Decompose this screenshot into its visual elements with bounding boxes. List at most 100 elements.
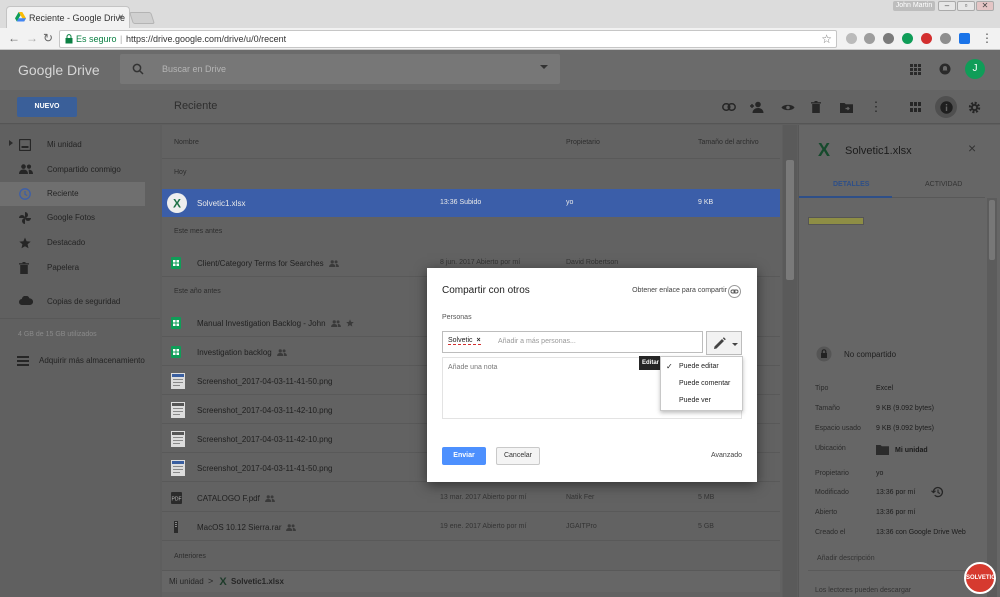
table-row[interactable]: X Solvetic1.xlsx 13:36 Subido yo 9 KB <box>162 189 780 217</box>
prop-label: Tipo <box>815 385 829 392</box>
apps-grid-icon[interactable] <box>910 64 921 75</box>
more-options-icon[interactable]: ⋮ <box>866 97 886 117</box>
sidebar-item-label: Compartido conmigo <box>47 165 121 174</box>
list-scrollbar-thumb[interactable] <box>786 160 794 280</box>
adblock-icon[interactable] <box>921 33 932 44</box>
bookmark-star-icon[interactable]: ☆ <box>821 32 832 46</box>
file-size: 9 KB <box>698 199 714 206</box>
remove-recipient-icon[interactable]: × <box>477 337 481 344</box>
permission-tooltip: Editar <box>639 356 661 370</box>
table-row[interactable]: MacOS 10.12 Sierra.rar 19 ene. 2017 Abie… <box>162 513 780 541</box>
browser-profile-chip[interactable]: John Martin <box>893 1 935 11</box>
sidebar-item-starred[interactable]: Destacado <box>0 231 145 255</box>
extension-icon[interactable] <box>864 33 875 44</box>
new-button[interactable]: NUEVO <box>17 97 77 117</box>
breadcrumb-file: Solvetic1.xlsx <box>231 577 284 586</box>
google-drive-logo[interactable]: Google Drive <box>18 62 100 78</box>
sidebar-item-photos[interactable]: Google Fotos <box>0 206 145 230</box>
maximize-icon[interactable]: ▫ <box>957 1 975 11</box>
shared-people-icon <box>328 260 339 267</box>
send-button[interactable]: Enviar <box>442 447 486 465</box>
details-divider <box>808 570 986 571</box>
preview-eye-icon[interactable] <box>778 97 798 117</box>
back-arrow-icon[interactable]: ← <box>8 31 20 45</box>
tab-activity[interactable]: ACTIVIDAD <box>925 181 962 188</box>
chrome-menu-icon[interactable]: ⋮ <box>981 31 993 45</box>
forward-arrow-icon[interactable]: → <box>26 31 38 45</box>
breadcrumb: Mi unidad > X Solvetic1.xlsx <box>162 570 780 592</box>
sidebar-item-recent[interactable]: Reciente <box>0 182 145 206</box>
get-link-icon[interactable] <box>719 97 739 117</box>
archive-file-icon <box>171 521 181 533</box>
sheets-file-icon <box>171 346 181 358</box>
active-tab-indicator <box>799 196 892 198</box>
get-share-link[interactable]: Obtener enlace para compartir <box>632 287 727 294</box>
prop-label: Abierto <box>815 509 838 516</box>
file-name: Manual Investigation Backlog - John <box>197 319 354 328</box>
recipient-chip[interactable]: Solvetic × <box>448 337 481 345</box>
add-description-field[interactable]: Añadir descripción <box>817 555 875 562</box>
breadcrumb-root[interactable]: Mi unidad <box>169 577 204 586</box>
pinwheel-icon <box>19 212 31 224</box>
table-row[interactable]: PDF CATALOGO F.pdf 13 mar. 2017 Abierto … <box>162 484 780 512</box>
add-people-input[interactable]: Solvetic × Añadir a más personas... <box>442 331 703 353</box>
advanced-link[interactable]: Avanzado <box>711 452 742 459</box>
column-header-size[interactable]: Tamaño del archivo <box>698 139 759 146</box>
trash-icon[interactable] <box>806 97 826 117</box>
file-size: 5 GB <box>698 523 714 530</box>
extension-icon[interactable] <box>902 33 913 44</box>
address-bar[interactable]: Es seguro | https://drive.google.com/dri… <box>59 30 837 48</box>
share-person-icon[interactable] <box>747 97 767 117</box>
grid-view-icon[interactable] <box>905 97 925 117</box>
buy-storage-link[interactable]: Adquirir más almacenamiento <box>0 349 160 373</box>
file-date: 19 ene. 2017 Abierto por mí <box>440 523 527 530</box>
column-header-owner[interactable]: Propietario <box>566 139 600 146</box>
extension-icon[interactable] <box>959 33 970 44</box>
file-name: Screenshot_2017-04-03-11-42-10.png <box>197 435 333 444</box>
notifications-icon[interactable] <box>939 63 951 75</box>
prop-label: Creado el <box>815 529 846 536</box>
search-options-icon[interactable] <box>540 65 548 69</box>
sidebar-item-trash[interactable]: Papelera <box>0 256 145 280</box>
cloud-icon <box>19 296 33 305</box>
menu-item-can-comment[interactable]: Puede comentar <box>661 376 744 392</box>
menu-item-can-view[interactable]: Puede ver <box>661 393 744 409</box>
new-tab-button[interactable] <box>129 12 155 24</box>
menu-item-can-edit[interactable]: ✓ Puede editar <box>661 359 744 375</box>
column-header-name[interactable]: Nombre <box>174 139 199 146</box>
link-icon[interactable] <box>728 285 741 298</box>
note-placeholder: Añade una nota <box>448 364 498 371</box>
tab-details[interactable]: DETALLES <box>833 181 869 188</box>
file-owner: David Robertson <box>566 259 619 266</box>
file-name: Solvetic1.xlsx <box>197 199 246 208</box>
details-scrollbar-thumb[interactable] <box>989 200 995 260</box>
permission-dropdown[interactable] <box>706 331 742 355</box>
settings-gear-icon[interactable] <box>964 97 984 117</box>
prop-value: 9 KB (9.092 bytes) <box>876 425 934 432</box>
excel-file-icon: X <box>816 140 832 158</box>
extension-icon[interactable] <box>883 33 894 44</box>
extension-icon[interactable] <box>846 33 857 44</box>
sidebar-item-my-drive[interactable]: Mi unidad <box>0 133 145 157</box>
file-date: 13:36 Subido <box>440 199 482 206</box>
minimize-icon[interactable]: – <box>938 1 956 11</box>
cancel-button[interactable]: Cancelar <box>496 447 540 465</box>
file-preview-thumbnail[interactable] <box>808 217 864 225</box>
people-icon <box>19 164 33 174</box>
drive-icon <box>19 139 31 151</box>
sidebar-item-shared[interactable]: Compartido conmigo <box>0 158 145 182</box>
version-history-icon[interactable] <box>931 486 944 498</box>
move-to-folder-icon[interactable] <box>836 97 856 117</box>
tab-close-icon[interactable]: × <box>118 12 124 23</box>
search-input[interactable]: Buscar en Drive <box>120 54 560 84</box>
window-close-icon[interactable]: ✕ <box>976 1 994 11</box>
details-info-icon[interactable] <box>935 96 957 118</box>
prop-value: 13:36 con Google Drive Web <box>876 529 966 536</box>
avatar[interactable]: J <box>965 59 985 79</box>
sidebar-item-backups[interactable]: Copias de seguridad <box>0 290 145 314</box>
extension-icon[interactable] <box>940 33 951 44</box>
browser-tab[interactable]: Reciente - Google Drive × <box>6 6 130 28</box>
reload-icon[interactable]: ↻ <box>43 31 53 45</box>
location-link[interactable]: Mi unidad <box>895 447 928 454</box>
close-icon[interactable]: × <box>968 140 976 156</box>
